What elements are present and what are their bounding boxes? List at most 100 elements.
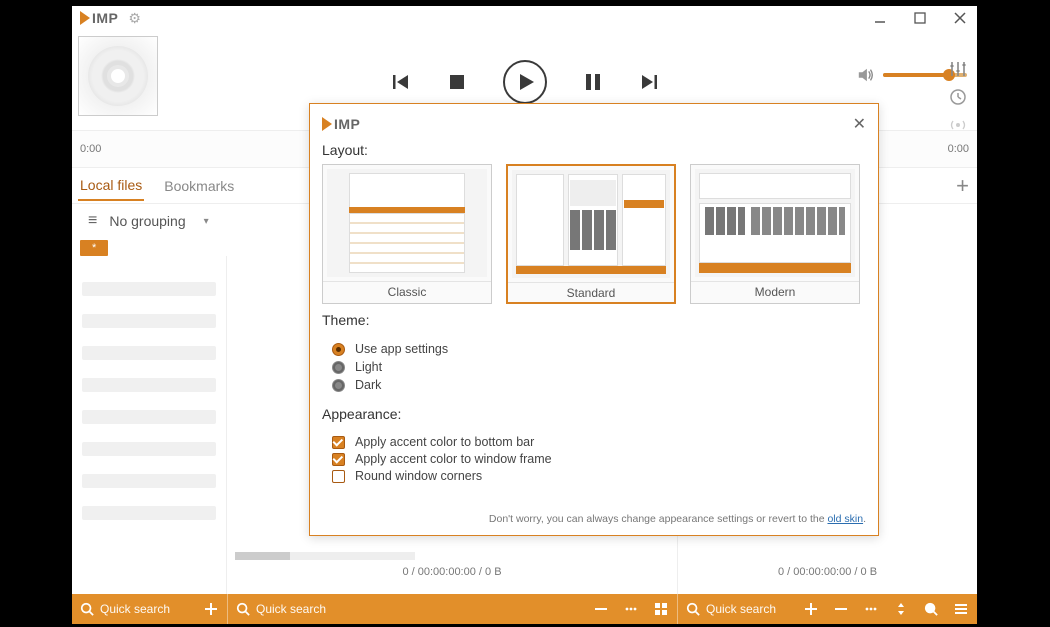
layout-options: Classic Standard Modern — [322, 164, 866, 304]
stop-button[interactable] — [447, 72, 467, 92]
transport-controls — [391, 60, 659, 104]
bottom-segment-middle: Quick search — [227, 594, 677, 624]
list-item — [82, 346, 216, 360]
search-button[interactable] — [923, 601, 939, 617]
theme-radio-group: Use app settings Light Dark — [332, 338, 866, 396]
bottom-bar: Quick search Quick search Quick search — [72, 594, 977, 624]
minimize-button[interactable] — [871, 9, 889, 27]
skin-settings-dialog: IMP ✕ Layout: Classic Standard Modern Th… — [309, 103, 879, 536]
broadcast-button[interactable] — [949, 116, 967, 134]
maximize-button[interactable] — [911, 9, 929, 27]
search-icon — [236, 602, 250, 616]
search-placeholder: Quick search — [706, 602, 776, 616]
appearance-section-label: Appearance: — [322, 406, 866, 422]
add-button[interactable] — [803, 601, 819, 617]
theme-option-dark[interactable]: Dark — [332, 378, 866, 392]
titlebar: IMP ⚙ — [72, 6, 977, 30]
checkbox-label: Apply accent color to window frame — [355, 452, 552, 466]
close-button[interactable] — [951, 9, 969, 27]
view-grid-button[interactable] — [653, 601, 669, 617]
equalizer-button[interactable] — [949, 60, 967, 78]
search-placeholder: Quick search — [256, 602, 326, 616]
search-icon — [80, 602, 94, 616]
radio-icon — [332, 361, 345, 374]
appearance-checkbox-group: Apply accent color to bottom bar Apply a… — [332, 432, 866, 486]
theme-section-label: Theme: — [322, 312, 866, 328]
checkbox-icon — [332, 470, 345, 483]
app-window: IMP ⚙ 0:00 — [72, 6, 977, 624]
list-item — [82, 378, 216, 392]
theme-option-app[interactable]: Use app settings — [332, 342, 866, 356]
quick-search-left[interactable]: Quick search — [80, 602, 170, 616]
chevron-down-icon: ▾ — [204, 216, 209, 227]
layout-option-classic[interactable]: Classic — [322, 164, 492, 304]
radio-label: Light — [355, 360, 382, 374]
layout-caption: Classic — [323, 281, 491, 301]
sort-button[interactable] — [893, 601, 909, 617]
right-status-text: 0 / 00:00:00:00 / 0 B — [778, 566, 877, 584]
layout-thumb-modern — [695, 169, 855, 277]
menu-button[interactable] — [953, 601, 969, 617]
bottom-segment-right: Quick search — [677, 594, 977, 624]
layout-section-label: Layout: — [322, 142, 866, 158]
album-art[interactable] — [78, 36, 158, 116]
appearance-accent-frame[interactable]: Apply accent color to window frame — [332, 452, 866, 466]
quick-search-middle[interactable]: Quick search — [236, 602, 326, 616]
filter-all-chip[interactable]: * — [80, 240, 108, 256]
list-item — [82, 474, 216, 488]
list-item — [82, 282, 216, 296]
horizontal-scrollbar[interactable] — [235, 552, 415, 560]
window-controls — [871, 9, 969, 27]
checkbox-icon — [332, 453, 345, 466]
list-icon: ≡ — [88, 212, 97, 230]
checkbox-label: Apply accent color to bottom bar — [355, 435, 534, 449]
volume-icon — [857, 66, 875, 84]
logo-text: IMP — [92, 10, 118, 26]
list-item — [82, 410, 216, 424]
next-button[interactable] — [639, 72, 659, 92]
hint-text-post: . — [863, 513, 866, 525]
appearance-round-corners[interactable]: Round window corners — [332, 469, 866, 483]
search-placeholder: Quick search — [100, 602, 170, 616]
dialog-header: IMP ✕ — [322, 114, 866, 134]
more-button[interactable] — [863, 601, 879, 617]
app-logo: IMP — [80, 10, 118, 26]
grouping-selector[interactable]: ≡ No grouping ▾ — [80, 212, 235, 230]
add-button[interactable] — [203, 601, 219, 617]
previous-button[interactable] — [391, 72, 411, 92]
pause-button[interactable] — [583, 72, 603, 92]
tab-bookmarks[interactable]: Bookmarks — [162, 172, 236, 200]
theme-option-light[interactable]: Light — [332, 360, 866, 374]
layout-thumb-classic — [327, 169, 487, 277]
time-total: 0:00 — [948, 143, 969, 155]
appearance-accent-bottom[interactable]: Apply accent color to bottom bar — [332, 435, 866, 449]
mid-status-text: 0 / 00:00:00:00 / 0 B — [402, 566, 501, 584]
layout-option-modern[interactable]: Modern — [690, 164, 860, 304]
layout-option-standard[interactable]: Standard — [506, 164, 676, 304]
logo-text: IMP — [334, 116, 360, 132]
more-button[interactable] — [623, 601, 639, 617]
old-skin-link[interactable]: old skin — [827, 513, 863, 525]
radio-label: Use app settings — [355, 342, 448, 356]
bottom-segment-left: Quick search — [72, 594, 227, 624]
add-tab-button[interactable]: + — [956, 175, 969, 197]
left-panel — [72, 256, 227, 594]
logo-triangle-icon — [322, 117, 332, 131]
remove-button[interactable] — [833, 601, 849, 617]
list-item — [82, 314, 216, 328]
dialog-logo: IMP — [322, 116, 360, 132]
list-item — [82, 506, 216, 520]
list-item — [82, 442, 216, 456]
settings-gear-icon[interactable]: ⚙ — [128, 10, 141, 27]
checkbox-icon — [332, 436, 345, 449]
remove-button[interactable] — [593, 601, 609, 617]
scheduler-button[interactable] — [949, 88, 967, 106]
dialog-hint: Don't worry, you can always change appea… — [322, 512, 866, 527]
search-icon — [686, 602, 700, 616]
dialog-close-button[interactable]: ✕ — [853, 114, 866, 134]
tab-local-files[interactable]: Local files — [78, 171, 144, 201]
layout-thumb-standard — [512, 170, 670, 278]
play-button[interactable] — [503, 60, 547, 104]
quick-search-right[interactable]: Quick search — [686, 602, 776, 616]
time-elapsed: 0:00 — [80, 143, 101, 155]
